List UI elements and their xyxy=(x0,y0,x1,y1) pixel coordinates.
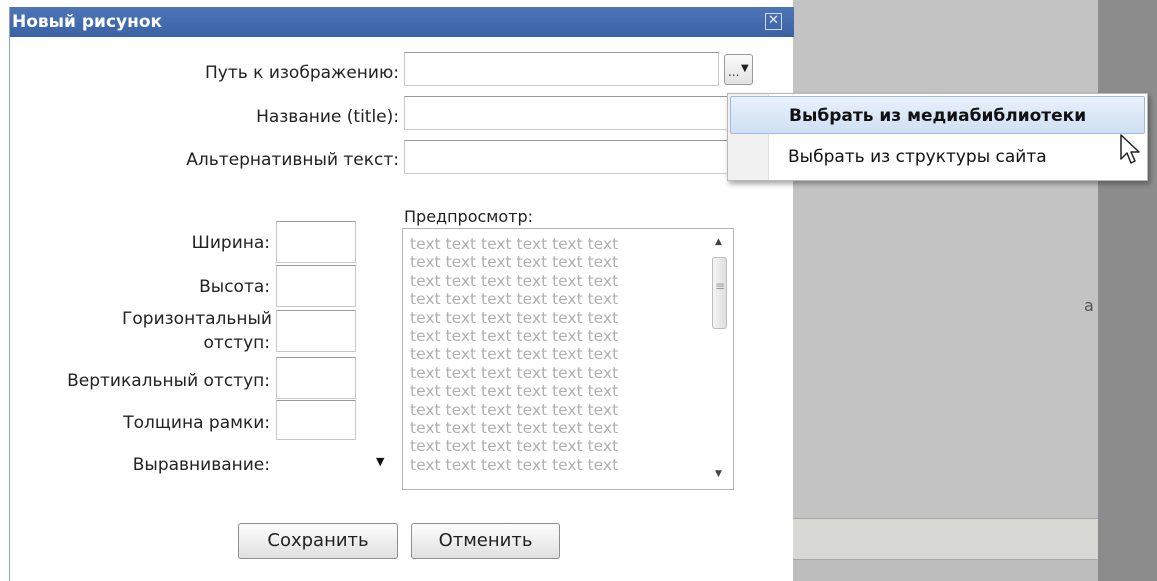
menu-item-label: Выбрать из медиабиблиотеки xyxy=(789,106,1087,126)
background-panel xyxy=(793,0,1098,581)
arrow-down-icon[interactable]: ▼ xyxy=(715,469,722,479)
preview-text: text text text text text text text text … xyxy=(410,235,680,474)
preview-line: text text text text text text xyxy=(410,382,619,401)
preview-line: text text text text text text xyxy=(410,235,619,253)
height-input[interactable] xyxy=(276,265,356,307)
preview-line: text text text text text text xyxy=(410,419,619,438)
mouse-pointer-icon xyxy=(1120,134,1140,164)
background-text-fragment: a xyxy=(1084,296,1094,315)
menu-item-media-library[interactable]: Выбрать из медиабиблиотеки xyxy=(730,96,1145,134)
preview-box[interactable]: text text text text text text text text … xyxy=(402,228,734,490)
hspace-label-line2: отступ: xyxy=(203,333,270,353)
preview-line: text text text text text text xyxy=(410,400,619,419)
alt-text-label: Альтернативный текст: xyxy=(186,150,399,170)
border-input[interactable] xyxy=(276,400,356,440)
cancel-button[interactable]: Отменить xyxy=(411,523,560,559)
preview-line: text text text text text text xyxy=(410,345,619,364)
hspace-label-line1: Горизонтальный xyxy=(122,309,272,329)
browse-dropdown-button[interactable]: ... ▼ xyxy=(724,54,753,85)
browse-dropdown-menu: Выбрать из медиабиблиотеки Выбрать из ст… xyxy=(727,93,1148,181)
preview-label: Предпросмотр: xyxy=(404,207,534,226)
width-input[interactable] xyxy=(276,221,356,263)
background-footer xyxy=(793,560,1098,581)
align-select[interactable]: ▼ xyxy=(276,447,398,481)
preview-line: text text text text text text xyxy=(410,253,619,272)
align-label: Выравнивание: xyxy=(132,455,270,475)
scrollbar-thumb[interactable]: ≡ xyxy=(712,257,727,329)
vspace-label: Вертикальный отступ: xyxy=(67,371,270,391)
preview-line: text text text text text text xyxy=(410,290,619,309)
close-icon[interactable]: ✕ xyxy=(765,13,782,30)
border-label: Толщина рамки: xyxy=(123,413,270,433)
alt-text-input[interactable] xyxy=(404,140,734,174)
background-toolbar xyxy=(793,518,1098,560)
image-path-label: Путь к изображению: xyxy=(205,63,399,83)
hspace-input[interactable] xyxy=(276,310,356,352)
menu-item-site-structure[interactable]: Выбрать из структуры сайта xyxy=(730,138,1145,176)
grip-icon: ≡ xyxy=(715,279,726,293)
image-path-input[interactable] xyxy=(404,52,719,86)
chevron-down-icon: ▼ xyxy=(376,455,385,468)
background-side-panel xyxy=(1098,0,1157,581)
title-label: Название (title): xyxy=(256,107,399,127)
new-image-dialog: Новый рисунок ✕ Путь к изображению: ... … xyxy=(9,7,794,581)
chevron-down-icon: ▼ xyxy=(741,63,749,74)
dialog-titlebar[interactable]: Новый рисунок ✕ xyxy=(10,7,794,37)
preview-line: text text text text text text xyxy=(410,437,619,456)
preview-line: text text text text text text xyxy=(410,271,619,290)
browse-label: ... xyxy=(728,65,740,79)
title-input[interactable] xyxy=(404,96,734,130)
preview-line: text text text text text text xyxy=(410,327,619,346)
preview-line: text text text text text text xyxy=(410,455,619,474)
preview-line: text text text text text text xyxy=(410,363,619,382)
height-label: Высота: xyxy=(199,277,270,297)
preview-scrollbar[interactable]: ▲ ≡ ▼ xyxy=(705,229,733,489)
menu-item-label: Выбрать из структуры сайта xyxy=(788,147,1047,167)
dialog-title: Новый рисунок xyxy=(12,12,163,32)
width-label: Ширина: xyxy=(191,233,270,253)
vspace-input[interactable] xyxy=(276,357,356,399)
preview-line: text text text text text text xyxy=(410,308,619,327)
save-button[interactable]: Сохранить xyxy=(238,523,398,559)
arrow-up-icon[interactable]: ▲ xyxy=(715,237,722,247)
